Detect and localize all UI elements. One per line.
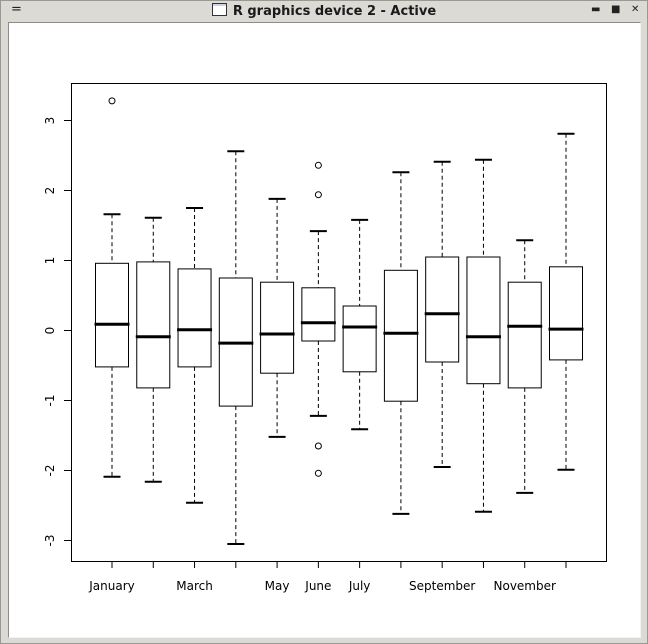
- close-button[interactable]: ✕: [631, 4, 639, 16]
- y-tick-label: -1: [43, 395, 57, 407]
- box-october: [465, 158, 501, 513]
- x-axis: January March May June July September November: [88, 561, 567, 593]
- title-bar[interactable]: = R graphics device 2 - Active ▬ ■ ✕: [1, 1, 647, 22]
- iqr-box: [342, 305, 377, 373]
- iqr-box: [177, 268, 212, 368]
- outlier-point: [314, 191, 322, 199]
- y-tick-label: -2: [43, 465, 57, 477]
- iqr-box: [383, 269, 418, 402]
- box-august: [383, 171, 419, 515]
- minimize-button[interactable]: ▬: [591, 4, 600, 16]
- box-january: [94, 97, 130, 478]
- box-may: [259, 197, 295, 438]
- box-november: [507, 239, 543, 494]
- x-tick-label: November: [494, 579, 556, 593]
- iqr-box: [301, 287, 336, 342]
- box-april: [218, 150, 254, 545]
- iqr-box: [425, 256, 460, 363]
- x-tick-label: January: [88, 579, 135, 593]
- box-july: [342, 218, 378, 431]
- maximize-button[interactable]: ■: [611, 4, 620, 16]
- box-december: [548, 132, 584, 471]
- box-february: [135, 216, 171, 483]
- y-tick-label: -3: [43, 535, 57, 547]
- y-tick-label: 3: [43, 117, 57, 125]
- window-icon: [211, 3, 227, 16]
- iqr-box: [95, 262, 129, 368]
- iqr-box: [260, 281, 295, 374]
- window-controls: ▬ ■ ✕: [591, 4, 639, 16]
- outlier-point: [314, 469, 322, 477]
- outlier-point: [108, 97, 116, 105]
- boxes-group: [94, 97, 584, 545]
- x-tick-label: May: [265, 579, 290, 593]
- window-title-wrap: R graphics device 2 - Active: [1, 3, 647, 19]
- y-axis: -3 -2 -1 0 1 2 3: [43, 117, 71, 547]
- outlier-point: [314, 442, 322, 450]
- plot-canvas: -3 -2 -1 0 1 2 3 January March May June July Septem…: [8, 22, 641, 638]
- x-tick-label: July: [348, 579, 371, 593]
- window-title: R graphics device 2 - Active: [232, 4, 437, 19]
- iqr-box: [507, 281, 542, 389]
- outlier-point: [314, 161, 322, 169]
- y-tick-label: 2: [43, 187, 57, 195]
- y-tick-label: 1: [43, 257, 57, 265]
- y-tick-label: 0: [43, 327, 57, 335]
- box-march: [177, 207, 213, 504]
- x-tick-label: March: [176, 579, 213, 593]
- iqr-box: [549, 266, 583, 361]
- box-june: [300, 161, 336, 477]
- x-tick-label: June: [304, 579, 331, 593]
- boxplot-chart: -3 -2 -1 0 1 2 3 January March May June July Septem…: [43, 83, 607, 593]
- x-tick-label: September: [409, 579, 475, 593]
- iqr-box: [466, 256, 501, 385]
- iqr-box: [136, 261, 171, 389]
- box-september: [424, 160, 460, 468]
